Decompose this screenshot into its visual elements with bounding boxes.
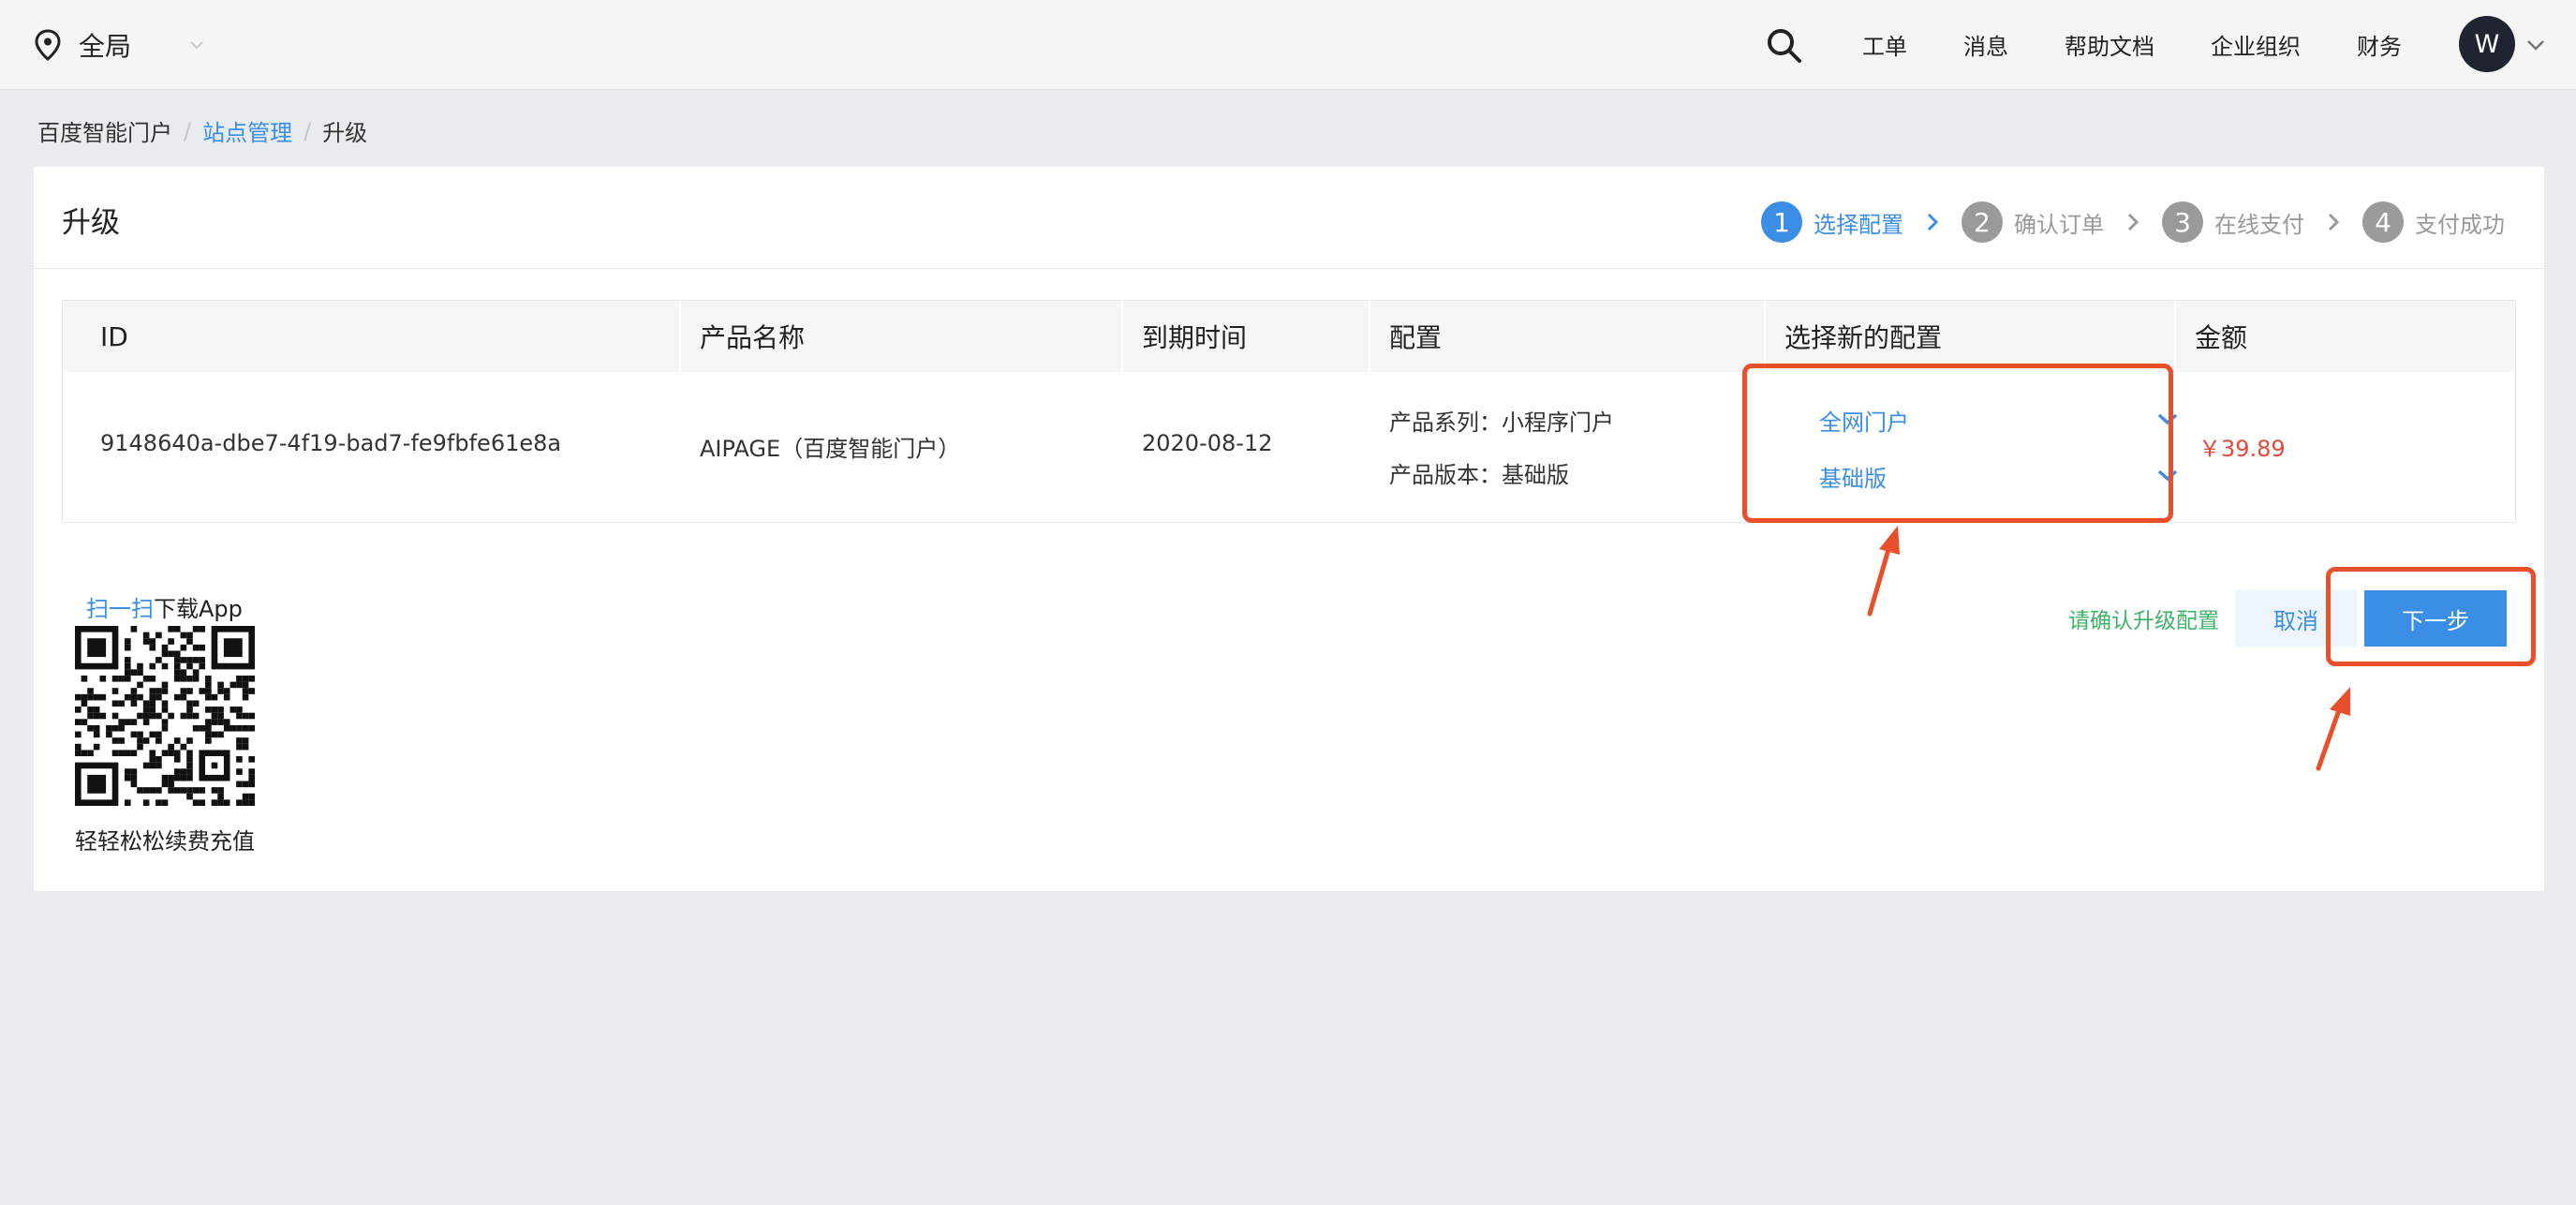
confirm-hint: 请确认升级配置 bbox=[2068, 609, 2219, 633]
step-progress: 1 选择配置 2 确认订单 3 在线支付 4 支付成功 bbox=[1761, 201, 2505, 243]
step-online-payment: 3 在线支付 bbox=[2162, 201, 2304, 243]
qr-code-icon bbox=[75, 626, 255, 806]
cell-id: 9148640a-dbe7-4f19-bad7-fe9fbfe61e8a bbox=[100, 430, 562, 456]
column-divider bbox=[679, 301, 681, 372]
step-select-config: 1 选择配置 bbox=[1761, 201, 1903, 243]
step-label: 支付成功 bbox=[2415, 211, 2505, 238]
breadcrumb-current: 升级 bbox=[322, 120, 368, 146]
cell-config-version: 产品版本：基础版 bbox=[1389, 462, 1569, 488]
chevron-down-icon bbox=[2157, 469, 2178, 482]
cell-product-name: AIPAGE（百度智能门户） bbox=[700, 436, 961, 462]
top-bar: 全局 工单 消息 帮助文档 企业组织 财务 W bbox=[0, 0, 2576, 90]
chevron-down-icon[interactable] bbox=[2526, 39, 2545, 51]
region-label: 全局 bbox=[79, 31, 132, 62]
column-header-id: ID bbox=[100, 320, 128, 352]
column-header-product-name: 产品名称 bbox=[700, 322, 806, 353]
cell-config-series: 产品系列：小程序门户 bbox=[1389, 409, 1614, 436]
breadcrumb-separator: / bbox=[303, 117, 312, 144]
nav-finance[interactable]: 财务 bbox=[2357, 28, 2402, 61]
step-confirm-order: 2 确认订单 bbox=[1962, 201, 2104, 243]
qr-subtitle: 轻轻松松续费充值 bbox=[75, 828, 255, 855]
new-series-select[interactable]: 全网门户 bbox=[1819, 398, 2179, 441]
search-icon[interactable] bbox=[1765, 26, 1802, 64]
chevron-down-icon bbox=[2157, 413, 2178, 425]
cell-amount: ￥39.89 bbox=[2198, 436, 2286, 462]
step-number: 4 bbox=[2362, 201, 2404, 243]
nav-ticket[interactable]: 工单 bbox=[1862, 28, 1907, 61]
page-title: 升级 bbox=[62, 206, 120, 240]
breadcrumb-separator: / bbox=[184, 117, 192, 144]
map-pin-icon bbox=[35, 29, 61, 61]
qr-download-text: 下载App bbox=[154, 596, 243, 622]
qr-scan-link[interactable]: 扫一扫 bbox=[86, 596, 154, 622]
step-label: 确认订单 bbox=[2014, 211, 2104, 238]
table-header: ID 产品名称 到期时间 配置 选择新的配置 金额 bbox=[63, 301, 2515, 372]
breadcrumb: 百度智能门户 / 站点管理 / 升级 bbox=[37, 114, 367, 147]
avatar-initial: W bbox=[2474, 29, 2500, 59]
nav-help-docs[interactable]: 帮助文档 bbox=[2065, 28, 2154, 61]
step-number: 2 bbox=[1962, 201, 2003, 243]
region-selector[interactable]: 全局 bbox=[34, 26, 204, 64]
column-divider bbox=[1764, 301, 1766, 372]
breadcrumb-site-management[interactable]: 站点管理 bbox=[202, 114, 292, 147]
column-header-new-config: 选择新的配置 bbox=[1784, 322, 1943, 353]
step-payment-success: 4 支付成功 bbox=[2362, 201, 2505, 243]
cancel-button[interactable]: 取消 bbox=[2235, 590, 2357, 647]
cell-expiry: 2020-08-12 bbox=[1142, 430, 1273, 456]
select-value: 基础版 bbox=[1819, 465, 1887, 492]
nav-organization[interactable]: 企业组织 bbox=[2211, 28, 2301, 61]
column-divider bbox=[2174, 301, 2176, 372]
select-value: 全网门户 bbox=[1819, 409, 1909, 436]
step-label: 在线支付 bbox=[2214, 211, 2304, 238]
nav-messages[interactable]: 消息 bbox=[1963, 28, 2008, 61]
chevron-right-icon bbox=[2328, 213, 2340, 231]
new-version-select[interactable]: 基础版 bbox=[1819, 454, 2179, 498]
qr-caption: 扫一扫下载App bbox=[86, 590, 243, 623]
chevron-right-icon bbox=[2127, 213, 2139, 231]
next-step-button[interactable]: 下一步 bbox=[2364, 590, 2507, 647]
column-header-expiry: 到期时间 bbox=[1142, 322, 1248, 353]
chevron-right-icon bbox=[1927, 213, 1939, 231]
avatar[interactable]: W bbox=[2459, 16, 2515, 72]
column-header-config: 配置 bbox=[1389, 322, 1443, 353]
column-divider bbox=[1369, 301, 1370, 372]
step-number: 1 bbox=[1761, 201, 1802, 243]
column-divider bbox=[1121, 301, 1123, 372]
step-label: 选择配置 bbox=[1814, 211, 1903, 238]
step-number: 3 bbox=[2162, 201, 2203, 243]
column-header-amount: 金额 bbox=[2195, 322, 2248, 353]
upgrade-card: 升级 1 选择配置 2 确认订单 3 在线支付 4 支付成功 ID 产品名称 到… bbox=[34, 167, 2544, 891]
breadcrumb-home[interactable]: 百度智能门户 bbox=[37, 114, 172, 147]
chevron-down-icon bbox=[190, 41, 203, 50]
card-header: 升级 1 选择配置 2 确认订单 3 在线支付 4 支付成功 bbox=[34, 167, 2544, 269]
